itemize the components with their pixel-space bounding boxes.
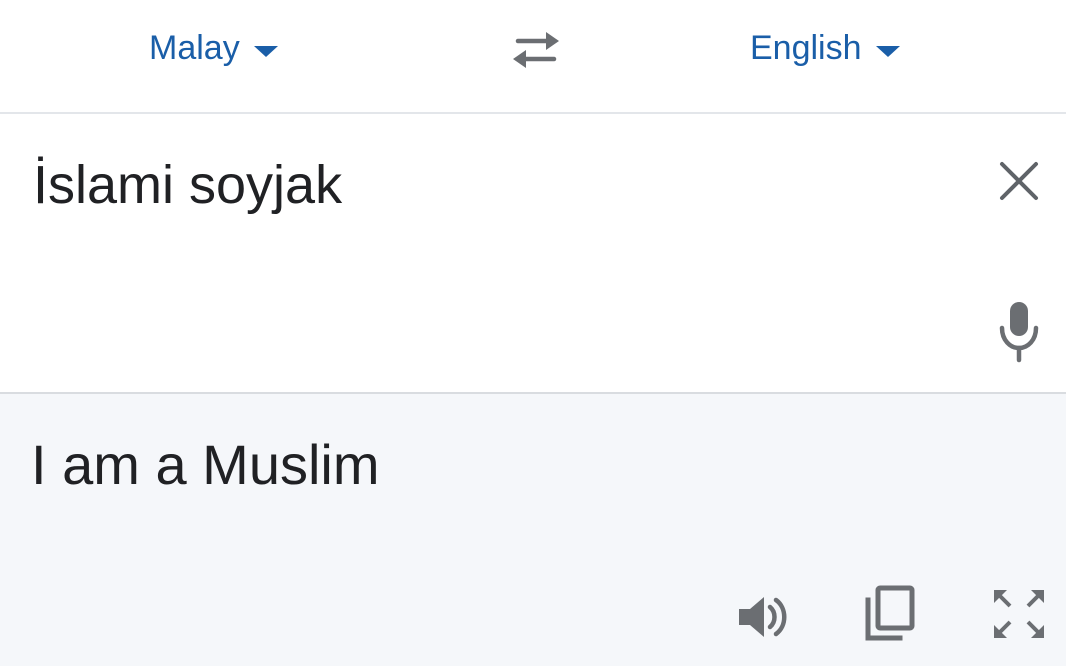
copy-translation-button[interactable] (862, 584, 918, 644)
target-language-label: English (750, 28, 862, 67)
caret-down-icon (875, 45, 900, 57)
copy-icon (865, 585, 915, 641)
microphone-icon (999, 302, 1039, 363)
source-language-label: Malay (149, 28, 240, 67)
fullscreen-button[interactable] (990, 586, 1048, 642)
clear-input-button[interactable] (996, 158, 1042, 204)
translation-output-area: I am a Muslim (0, 394, 1066, 666)
listen-button[interactable] (736, 592, 792, 642)
source-input-area[interactable]: İslami soyjak (0, 114, 1066, 394)
swap-languages-button[interactable] (506, 24, 566, 72)
translation-text: I am a Muslim (31, 433, 380, 496)
fullscreen-icon (994, 590, 1044, 638)
source-language-select[interactable]: Malay (149, 26, 278, 70)
swap-arrows-icon (513, 32, 559, 68)
voice-input-button[interactable] (996, 300, 1042, 364)
caret-down-icon (253, 45, 278, 57)
close-icon (1000, 162, 1038, 200)
translate-app: Malay English İslami soyjak I am a Musli… (0, 0, 1066, 666)
language-bar: Malay English (0, 0, 1066, 114)
speaker-icon (739, 597, 787, 637)
source-text[interactable]: İslami soyjak (33, 154, 342, 216)
target-language-select[interactable]: English (750, 26, 900, 70)
